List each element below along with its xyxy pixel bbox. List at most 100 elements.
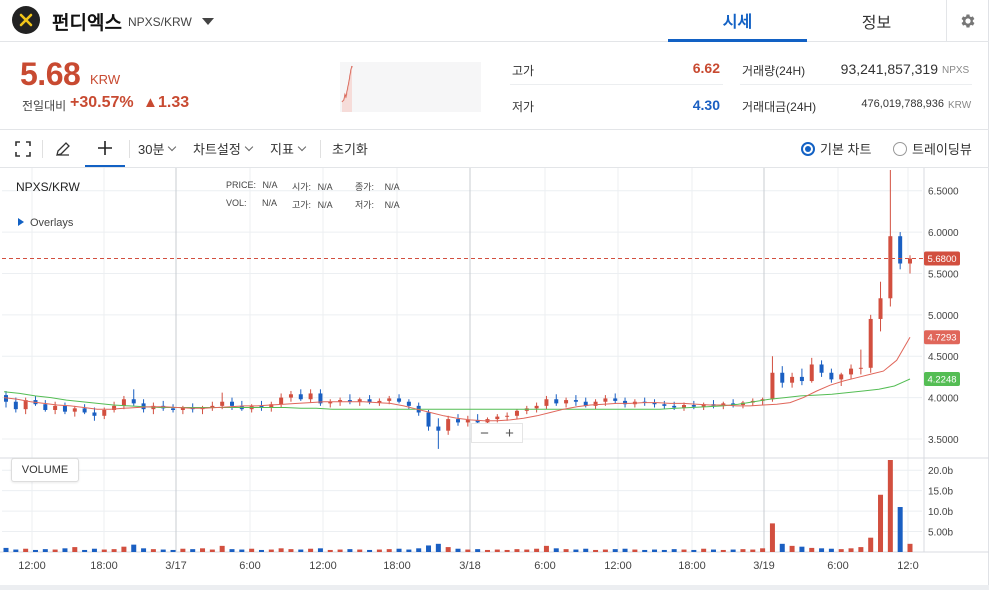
volume-bar bbox=[691, 549, 697, 552]
basic-chart-radio[interactable]: 기본 차트 bbox=[801, 130, 871, 167]
volume-bar bbox=[258, 549, 264, 552]
candle-body bbox=[564, 400, 569, 404]
candle-body bbox=[858, 367, 863, 369]
time-tick-label: 6:00 bbox=[827, 560, 848, 572]
volume-bar bbox=[828, 548, 834, 552]
price-summary: 5.68 KRW 전일대비 +30.57% ▲ 1.33 고가 6.62 저가 … bbox=[0, 42, 989, 130]
volume-tick-label: 20.0b bbox=[928, 466, 953, 477]
candle-body bbox=[397, 398, 402, 402]
candle-body bbox=[544, 399, 549, 406]
ohlc-value: N/A bbox=[384, 200, 400, 210]
overlays-toggle[interactable]: Overlays bbox=[18, 217, 73, 229]
volume-bar bbox=[612, 549, 618, 552]
trade-amount-label: 거래대금(24H) bbox=[742, 100, 817, 114]
ohlc-row-2: 고가: N/A bbox=[292, 198, 333, 211]
volume-bar bbox=[32, 549, 38, 552]
ma-short-tag: 4.7293 bbox=[927, 333, 956, 344]
volume-bar bbox=[337, 549, 343, 552]
candle-body bbox=[406, 401, 411, 406]
volume-bar bbox=[298, 549, 304, 552]
tradingview-radio[interactable]: 트레이딩뷰 bbox=[893, 130, 972, 167]
volume-bar bbox=[426, 545, 432, 552]
divider bbox=[740, 84, 972, 85]
volume-bar bbox=[278, 548, 284, 552]
candle-body bbox=[465, 419, 470, 423]
coin-select-dropdown-icon[interactable] bbox=[202, 18, 214, 25]
tab-price[interactable]: 시세 bbox=[668, 0, 807, 42]
ohlc-row-2: 저가: N/A bbox=[355, 198, 400, 211]
volume-bar bbox=[514, 549, 520, 552]
fullscreen-icon[interactable] bbox=[14, 130, 32, 167]
volume-bar bbox=[160, 549, 166, 552]
zoom-in-button[interactable]: + bbox=[497, 424, 522, 442]
volume-bar bbox=[327, 549, 333, 552]
volume-bar bbox=[229, 549, 235, 552]
gear-icon[interactable] bbox=[946, 0, 989, 42]
volume-bar bbox=[563, 549, 569, 552]
volume-bar bbox=[779, 543, 785, 552]
volume-bar bbox=[209, 549, 215, 552]
candle-body bbox=[573, 400, 578, 402]
divider bbox=[129, 140, 130, 158]
volume-bar bbox=[376, 549, 382, 552]
high-label: 고가 bbox=[512, 64, 535, 78]
candle-body bbox=[878, 298, 883, 319]
volume-unit: NPXS bbox=[942, 65, 970, 76]
pencil-icon[interactable] bbox=[54, 130, 72, 167]
volume-bar bbox=[190, 549, 196, 552]
candle-body bbox=[908, 258, 912, 264]
price-tick-label: 5.5000 bbox=[928, 269, 959, 280]
volume-bar bbox=[347, 549, 353, 552]
volume-tick-label: 5.00b bbox=[928, 528, 953, 539]
time-tick-label: 6:00 bbox=[239, 560, 260, 572]
volume-bar bbox=[455, 548, 461, 552]
tab-info[interactable]: 정보 bbox=[807, 0, 946, 42]
volume-bar bbox=[760, 548, 766, 552]
candlestick-chart[interactable]: 6.5000 6.0000 5.5000 5.0000 4.5000 4.0000 3.50… bbox=[0, 168, 989, 585]
candle-body bbox=[426, 412, 431, 427]
ohlc-value: N/A bbox=[317, 182, 333, 192]
volume-bar bbox=[661, 549, 667, 552]
candle-body bbox=[220, 401, 225, 406]
volume-bar bbox=[170, 549, 176, 552]
time-tick-label: 12:00 bbox=[18, 560, 46, 572]
ohlc-key: PRICE: bbox=[226, 180, 257, 190]
volume-bar bbox=[72, 547, 78, 552]
volume-bar bbox=[249, 548, 255, 552]
crosshair-icon[interactable] bbox=[85, 130, 125, 167]
volume-bar bbox=[819, 548, 825, 552]
candle-body bbox=[62, 405, 67, 412]
price-tick-label: 5.0000 bbox=[928, 311, 959, 322]
volume-bar bbox=[121, 546, 127, 552]
candle-body bbox=[505, 415, 510, 417]
candle-body bbox=[456, 419, 460, 423]
volume-bar bbox=[652, 549, 658, 552]
time-tick-label: 12:00 bbox=[309, 560, 337, 572]
candle-body bbox=[387, 398, 392, 401]
volume-bar bbox=[720, 549, 726, 552]
interval-dropdown[interactable]: 30분 bbox=[138, 130, 175, 167]
volume-bar bbox=[799, 546, 805, 552]
reset-button[interactable]: 초기화 bbox=[332, 130, 368, 167]
volume-bar bbox=[367, 549, 373, 552]
coin-logo-icon bbox=[12, 6, 40, 34]
volume-bar bbox=[701, 548, 707, 552]
volume-bar bbox=[111, 549, 117, 552]
price-chart[interactable]: 6.5000 6.0000 5.5000 5.0000 4.5000 4.0000 3.50… bbox=[0, 168, 989, 585]
volume-bar bbox=[622, 548, 628, 552]
candle-body bbox=[809, 364, 814, 382]
chart-settings-dropdown[interactable]: 차트설정 bbox=[193, 130, 252, 167]
ma-long-tag: 4.2248 bbox=[927, 374, 956, 385]
zoom-out-button[interactable]: − bbox=[472, 424, 497, 442]
volume-bar bbox=[42, 549, 48, 552]
candle-body bbox=[849, 368, 854, 375]
volume-toggle-button[interactable]: VOLUME bbox=[11, 458, 79, 482]
volume-bar bbox=[150, 549, 156, 552]
candle-body bbox=[279, 397, 284, 405]
candle-body bbox=[780, 372, 785, 383]
candle-body bbox=[682, 405, 686, 408]
ohlc-value: N/A bbox=[262, 180, 278, 190]
low-label: 저가 bbox=[512, 100, 535, 114]
indicators-dropdown[interactable]: 지표 bbox=[270, 130, 305, 167]
volume-bar bbox=[239, 549, 245, 552]
